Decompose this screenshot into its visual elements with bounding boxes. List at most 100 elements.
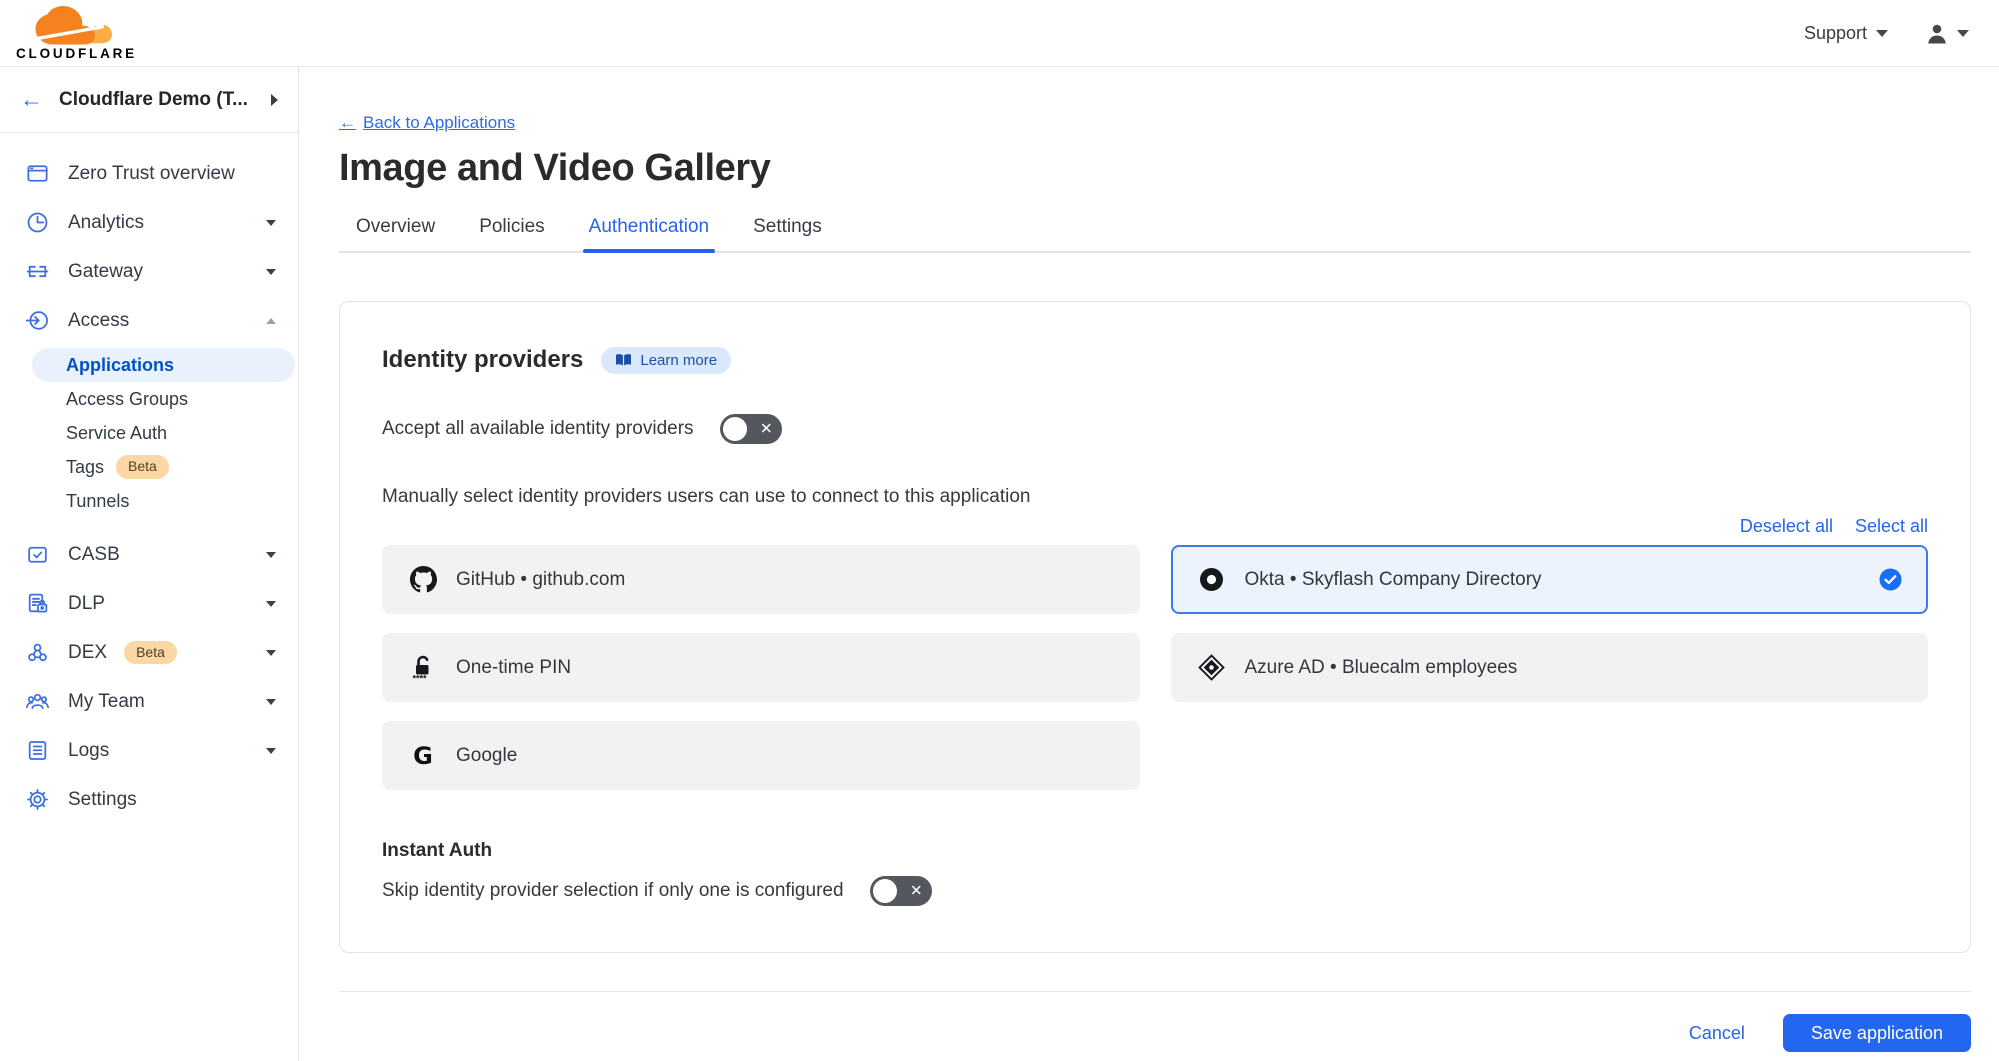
chevron-down-icon bbox=[266, 220, 276, 226]
analytics-icon bbox=[24, 210, 51, 235]
sidebar-item-dlp[interactable]: DLP bbox=[0, 579, 298, 628]
provider-label: Google bbox=[456, 745, 517, 767]
accept-all-toggle[interactable]: ✕ bbox=[720, 414, 782, 444]
team-switcher[interactable]: ← Cloudflare Demo (T... bbox=[0, 67, 298, 133]
logs-icon bbox=[24, 738, 51, 763]
main-content: ← Back to Applications Image and Video G… bbox=[299, 67, 1999, 1061]
sidebar-item-access[interactable]: Access bbox=[0, 296, 298, 345]
footer-actions: Cancel Save application bbox=[339, 1014, 1971, 1052]
access-icon bbox=[24, 308, 51, 333]
chevron-down-icon bbox=[266, 650, 276, 656]
tab-authentication[interactable]: Authentication bbox=[589, 216, 709, 251]
chevron-down-icon bbox=[1876, 30, 1888, 37]
select-all-link[interactable]: Select all bbox=[1855, 516, 1928, 537]
team-icon bbox=[24, 689, 51, 714]
sidebar-item-my-team[interactable]: My Team bbox=[0, 677, 298, 726]
selected-check-icon bbox=[1879, 568, 1902, 591]
sidebar: ← Cloudflare Demo (T... Zero Trust overv… bbox=[0, 67, 299, 1061]
provider-tile-github[interactable]: GitHub • github.com bbox=[382, 545, 1140, 614]
dex-icon bbox=[24, 640, 51, 665]
toggle-knob bbox=[723, 417, 747, 441]
chevron-down-icon bbox=[266, 699, 276, 705]
save-application-button[interactable]: Save application bbox=[1783, 1014, 1971, 1052]
one-time-pin-icon: **** bbox=[408, 654, 438, 682]
book-icon bbox=[615, 353, 632, 367]
back-to-applications-link[interactable]: ← Back to Applications bbox=[339, 113, 515, 133]
chevron-right-icon bbox=[271, 94, 278, 106]
provider-tile-okta[interactable]: Okta • Skyflash Company Directory bbox=[1171, 545, 1929, 614]
sidebar-item-dex[interactable]: DEX Beta bbox=[0, 628, 298, 677]
sidebar-item-settings[interactable]: Settings bbox=[0, 775, 298, 824]
team-name: Cloudflare Demo (T... bbox=[59, 89, 255, 111]
cancel-button[interactable]: Cancel bbox=[1689, 1023, 1745, 1044]
sidebar-item-access-groups[interactable]: Access Groups bbox=[0, 382, 298, 416]
access-submenu: Applications Access Groups Service Auth … bbox=[0, 345, 298, 530]
gateway-icon bbox=[24, 259, 51, 284]
footer-divider bbox=[339, 991, 1971, 992]
provider-label: Azure AD • Bluecalm employees bbox=[1245, 657, 1518, 679]
beta-badge: Beta bbox=[124, 641, 177, 665]
provider-label: Okta • Skyflash Company Directory bbox=[1245, 569, 1542, 591]
sidebar-item-applications[interactable]: Applications bbox=[32, 348, 295, 382]
gear-icon bbox=[24, 787, 51, 812]
instant-auth-toggle[interactable]: ✕ bbox=[870, 876, 932, 906]
chevron-down-icon bbox=[266, 269, 276, 275]
accept-all-label: Accept all available identity providers bbox=[382, 418, 694, 440]
cloudflare-cloud-icon bbox=[31, 6, 123, 50]
identity-providers-card: Identity providers Learn more Accept all… bbox=[339, 301, 1971, 953]
provider-label: One-time PIN bbox=[456, 657, 571, 679]
sidebar-item-gateway[interactable]: Gateway bbox=[0, 247, 298, 296]
provider-grid: GitHub • github.com Okta • Skyflash Comp… bbox=[382, 545, 1928, 790]
okta-icon bbox=[1197, 566, 1227, 593]
azure-ad-icon bbox=[1197, 654, 1227, 681]
chevron-down-icon bbox=[1957, 30, 1969, 37]
x-icon: ✕ bbox=[760, 420, 773, 438]
support-menu[interactable]: Support bbox=[1804, 23, 1888, 44]
sidebar-item-service-auth[interactable]: Service Auth bbox=[0, 416, 298, 450]
chevron-down-icon bbox=[266, 552, 276, 558]
svg-text:****: **** bbox=[413, 673, 428, 682]
chevron-down-icon bbox=[266, 748, 276, 754]
toggle-knob bbox=[873, 879, 897, 903]
x-icon: ✕ bbox=[910, 882, 923, 900]
sidebar-nav: Zero Trust overview Analytics Gateway bbox=[0, 133, 298, 824]
sidebar-item-logs[interactable]: Logs bbox=[0, 726, 298, 775]
tab-bar: Overview Policies Authentication Setting… bbox=[339, 216, 1971, 253]
tab-overview[interactable]: Overview bbox=[356, 216, 435, 251]
dlp-icon bbox=[24, 591, 51, 616]
deselect-all-link[interactable]: Deselect all bbox=[1740, 516, 1833, 537]
instant-auth-heading: Instant Auth bbox=[382, 840, 1928, 862]
provider-tile-azure-ad[interactable]: Azure AD • Bluecalm employees bbox=[1171, 633, 1929, 702]
card-title: Identity providers bbox=[382, 346, 583, 374]
learn-more-badge[interactable]: Learn more bbox=[601, 347, 731, 374]
back-arrow-icon: ← bbox=[20, 88, 43, 111]
provider-tile-google[interactable]: G Google bbox=[382, 721, 1140, 790]
user-icon bbox=[1926, 23, 1948, 44]
back-arrow-icon: ← bbox=[339, 113, 356, 133]
tab-policies[interactable]: Policies bbox=[479, 216, 544, 251]
chevron-up-icon bbox=[266, 318, 276, 324]
page-title: Image and Video Gallery bbox=[339, 147, 1971, 190]
sidebar-item-casb[interactable]: CASB bbox=[0, 530, 298, 579]
top-bar: CLOUDFLARE Support bbox=[0, 0, 1999, 67]
window-icon bbox=[24, 161, 51, 186]
sidebar-item-analytics[interactable]: Analytics bbox=[0, 198, 298, 247]
sidebar-item-tags[interactable]: Tags Beta bbox=[0, 450, 298, 484]
user-menu[interactable] bbox=[1926, 23, 1969, 44]
sidebar-item-tunnels[interactable]: Tunnels bbox=[0, 484, 298, 518]
cloudflare-logo[interactable]: CLOUDFLARE bbox=[16, 6, 137, 61]
google-icon: G bbox=[408, 742, 438, 770]
provider-label: GitHub • github.com bbox=[456, 569, 625, 591]
manual-select-text: Manually select identity providers users… bbox=[382, 486, 1928, 508]
support-label: Support bbox=[1804, 23, 1867, 44]
cloudflare-wordmark: CLOUDFLARE bbox=[16, 47, 137, 61]
github-icon bbox=[408, 566, 438, 593]
casb-icon bbox=[24, 542, 51, 567]
provider-tile-one-time-pin[interactable]: **** One-time PIN bbox=[382, 633, 1140, 702]
sidebar-item-label: Zero Trust overview bbox=[68, 163, 235, 185]
sidebar-item-zero-trust-overview[interactable]: Zero Trust overview bbox=[0, 149, 298, 198]
tab-settings[interactable]: Settings bbox=[753, 216, 822, 251]
instant-auth-label: Skip identity provider selection if only… bbox=[382, 880, 844, 902]
chevron-down-icon bbox=[266, 601, 276, 607]
beta-badge: Beta bbox=[116, 455, 169, 479]
